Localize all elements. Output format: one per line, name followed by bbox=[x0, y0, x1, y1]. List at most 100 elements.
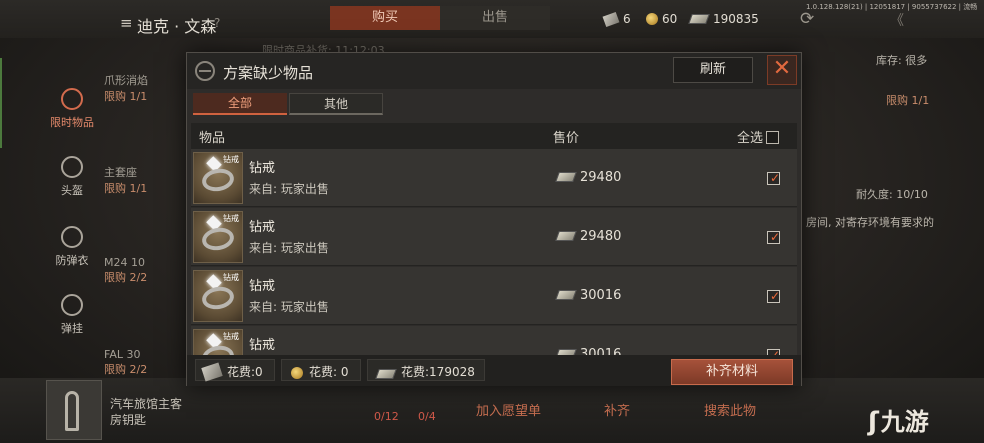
item-name: 钻戒 bbox=[249, 220, 276, 235]
fee-coin-value: 花费: 0 bbox=[309, 365, 349, 379]
shop-item[interactable]: 主套座 限购 1/1 bbox=[104, 164, 147, 196]
item-name: 钻戒 bbox=[249, 338, 276, 353]
vest-icon bbox=[61, 226, 83, 248]
shop-item-name: 爪形消焰 bbox=[104, 74, 148, 87]
close-icon[interactable]: ✕ bbox=[767, 55, 797, 85]
item-thumbnail: 钻戒 bbox=[193, 270, 243, 322]
item-thumbnail: 钻戒 bbox=[193, 152, 243, 204]
item-list[interactable]: 钻戒 钻戒 来自: 玩家出售 29480 ✓ 钻戒 钻戒 来自: 玩家出售 29… bbox=[191, 149, 797, 355]
select-all[interactable]: 全选 bbox=[737, 127, 780, 146]
ticket-resource: 6 bbox=[602, 11, 631, 28]
thumb-tag: 钻戒 bbox=[223, 332, 239, 341]
brand-logo-icon: ʃ bbox=[868, 407, 879, 437]
cash-icon bbox=[555, 290, 577, 300]
shop-item-limit: 限购 1/1 bbox=[104, 90, 148, 103]
price-value: 30016 bbox=[580, 288, 622, 303]
material-count: 0/12 bbox=[374, 410, 399, 423]
item-source: 来自: 玩家出售 bbox=[249, 300, 329, 314]
dialog-footer: 花费:0 花费: 0 花费:179028 补齐材料 bbox=[187, 355, 801, 386]
check-icon: ✓ bbox=[770, 171, 781, 185]
cash-count: 190835 bbox=[713, 12, 759, 26]
plan-icon bbox=[195, 61, 215, 81]
ticket-count: 6 bbox=[623, 12, 631, 26]
check-icon: ✓ bbox=[770, 348, 781, 355]
tab-sell[interactable]: 出售 bbox=[440, 6, 550, 30]
refresh-button[interactable]: 刷新 bbox=[673, 57, 753, 83]
shop-item-name: 主套座 bbox=[104, 166, 137, 179]
nav-label: 防弹衣 bbox=[55, 254, 89, 267]
nav-item-limited[interactable]: 限时物品 bbox=[42, 88, 102, 130]
refresh-icon[interactable]: ⟳ bbox=[800, 9, 814, 29]
table-row[interactable]: 钻戒 钻戒 来自: 玩家出售 30016 ✓ bbox=[191, 267, 797, 325]
tab-buy[interactable]: 购买 bbox=[330, 6, 440, 30]
shop-item[interactable]: FAL 30 限购 2/2 bbox=[104, 348, 147, 377]
thumb-tag: 钻戒 bbox=[223, 155, 239, 164]
fee-coin: 花费: 0 bbox=[291, 363, 349, 380]
ring-icon bbox=[200, 284, 236, 312]
cash-resource: 190835 bbox=[688, 12, 759, 26]
row-checkbox[interactable]: ✓ bbox=[767, 171, 781, 185]
limit-text: 限购 1/1 bbox=[886, 94, 930, 107]
key-icon bbox=[65, 391, 79, 431]
row-checkbox[interactable]: ✓ bbox=[767, 289, 780, 303]
top-bar: ≡ 迪克 · 文森 ? 购买 出售 6 60 190835 ⟳ 1.0.128.… bbox=[0, 0, 984, 38]
item-price: 29480 bbox=[555, 170, 621, 185]
item-price: 29480 bbox=[555, 229, 622, 244]
material-count: 0/4 bbox=[418, 410, 436, 423]
tab-all[interactable]: 全部 bbox=[193, 93, 287, 115]
missing-items-dialog: 方案缺少物品 刷新 ✕ 全部 其他 物品 售价 全选 钻戒 钻戒 来自: 玩家出… bbox=[186, 52, 802, 386]
brand-text: 九游 bbox=[880, 408, 929, 436]
thumb-tag: 钻戒 bbox=[223, 214, 239, 223]
dialog-header: 方案缺少物品 刷新 ✕ bbox=[187, 53, 801, 89]
fee-ticket-value: 花费:0 bbox=[227, 365, 263, 379]
price-value: 30016 bbox=[580, 347, 622, 355]
player-name: 迪克 · 文森 bbox=[137, 17, 217, 36]
shop-item[interactable]: 爪形消焰 限购 1/1 bbox=[104, 72, 148, 104]
item-thumbnail: 钻戒 bbox=[193, 329, 243, 355]
add-wishlist-button[interactable]: 加入愿望单 bbox=[476, 400, 541, 419]
helmet-icon bbox=[61, 156, 83, 178]
column-item: 物品 bbox=[199, 131, 226, 146]
fee-cash-value: 花费:179028 bbox=[401, 365, 475, 379]
table-row[interactable]: 钻戒 钻戒 来自: 玩家出售 29480 ✓ bbox=[191, 208, 797, 266]
table-row[interactable]: 钻戒 钻戒 来自: 玩家出售 29480 ✓ bbox=[191, 149, 797, 207]
item-name: 钻戒 bbox=[249, 161, 276, 176]
shop-item-name: M24 10 bbox=[104, 256, 145, 269]
item-thumbnail: 钻戒 bbox=[193, 211, 243, 263]
refill-button[interactable]: 补齐 bbox=[604, 400, 630, 419]
selected-item-tile[interactable] bbox=[46, 380, 102, 440]
nav-label: 限时物品 bbox=[50, 116, 94, 129]
durability-text: 耐久度: 10/10 bbox=[856, 188, 928, 201]
price-value: 29480 bbox=[580, 229, 622, 244]
ticket-icon bbox=[201, 362, 223, 382]
nav-item-helmet[interactable]: 头盔 bbox=[42, 156, 102, 198]
cash-icon bbox=[555, 231, 577, 241]
coin-icon bbox=[291, 367, 303, 379]
nav-item-vest[interactable]: 防弹衣 bbox=[42, 226, 102, 268]
nav-label: 弹挂 bbox=[61, 322, 83, 335]
list-back-icon[interactable]: ≡ bbox=[120, 14, 133, 32]
shop-item[interactable]: M24 10 限购 2/2 bbox=[104, 256, 147, 285]
help-icon[interactable]: ? bbox=[214, 16, 220, 30]
table-row[interactable]: 钻戒 钻戒 30016 ✓ bbox=[191, 326, 797, 355]
row-checkbox[interactable]: ✓ bbox=[767, 230, 780, 244]
select-all-checkbox[interactable] bbox=[766, 131, 780, 144]
shop-item-limit: 限购 2/2 bbox=[104, 363, 148, 376]
coin-icon bbox=[646, 13, 658, 25]
cash-icon bbox=[688, 14, 710, 24]
table-header: 物品 售价 全选 bbox=[191, 123, 797, 149]
back-icon[interactable]: 《 bbox=[890, 10, 904, 30]
search-item-button[interactable]: 搜索此物 bbox=[704, 400, 756, 419]
item-name: 钻戒 bbox=[249, 279, 276, 294]
nav-item-rig[interactable]: 弹挂 bbox=[42, 294, 102, 336]
fee-ticket: 花费:0 bbox=[201, 362, 263, 382]
item-source: 来自: 玩家出售 bbox=[249, 241, 329, 255]
tab-other[interactable]: 其他 bbox=[289, 93, 383, 115]
ring-icon bbox=[200, 225, 236, 253]
clock-icon bbox=[61, 88, 83, 110]
dialog-title: 方案缺少物品 bbox=[223, 64, 314, 82]
item-source: 来自: 玩家出售 bbox=[249, 182, 329, 196]
cash-icon bbox=[375, 369, 397, 379]
description-text: 房间, 对寄存环境有要求的 bbox=[806, 216, 934, 229]
fill-materials-button[interactable]: 补齐材料 bbox=[671, 359, 793, 385]
